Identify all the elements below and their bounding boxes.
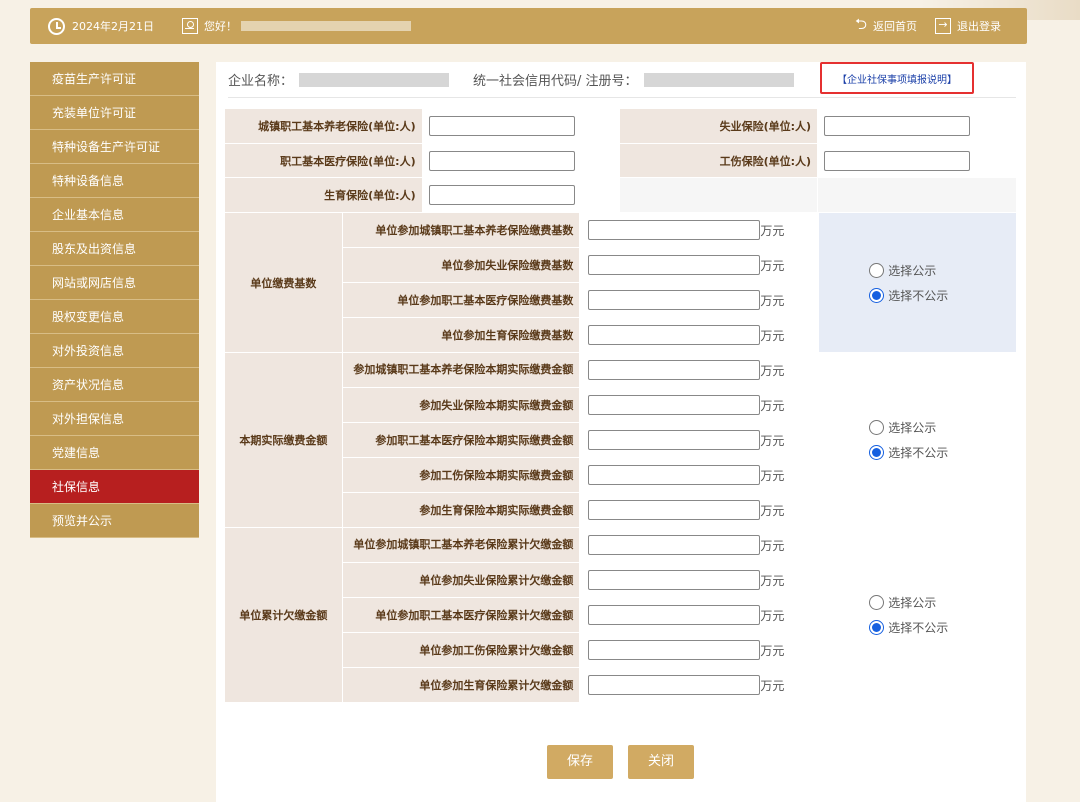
sidebar-item-investment[interactable]: 对外投资信息	[30, 334, 199, 368]
radio-not-public[interactable]: 选择不公示	[869, 287, 1016, 304]
group-arrears-row-label: 单位参加城镇职工基本养老保险累计欠缴金额	[341, 527, 581, 563]
date-text: 2024年2月21日	[72, 20, 154, 33]
clock-icon	[48, 17, 65, 35]
close-button[interactable]: 关闭	[628, 745, 694, 779]
group-paid-title: 本期实际缴费金额	[224, 352, 343, 528]
amount-input[interactable]	[588, 325, 761, 345]
amount-input[interactable]	[588, 395, 761, 415]
company-name-label: 企业名称：	[228, 74, 294, 89]
amount-input[interactable]	[588, 255, 761, 275]
radio-circle[interactable]	[869, 595, 885, 610]
pension-count-input[interactable]	[428, 116, 575, 136]
unemployment-count-cell	[817, 108, 1017, 144]
group-base-row-label: 单位参加生育保险缴费基数	[341, 317, 581, 353]
sidebar: 疫苗生产许可证 充装单位许可证 特种设备生产许可证 特种设备信息 企业基本信息 …	[30, 62, 199, 538]
group-paid-row-label: 参加工伤保险本期实际缴费金额	[341, 457, 581, 493]
injury-count-cell	[817, 143, 1017, 178]
redacted-credit-code	[643, 72, 794, 87]
sidebar-item-basic-info[interactable]: 企业基本信息	[30, 198, 199, 232]
back-arrow-icon[interactable]: ⮌	[855, 14, 867, 39]
main-panel: 企业名称： 统一社会信用代码/ 注册号： 【企业社保事项填报说明】 城镇职工基本…	[216, 62, 1026, 802]
sidebar-item-social-security[interactable]: 社保信息	[30, 470, 199, 504]
group-arrears-row-label: 单位参加职工基本医疗保险累计欠缴金额	[341, 597, 581, 633]
radio-not-public[interactable]: 选择不公示	[869, 444, 1016, 461]
radio-circle-selected[interactable]	[869, 287, 885, 303]
amount-input[interactable]	[588, 605, 761, 625]
pension-count-label: 城镇职工基本养老保险(单位:人)	[224, 108, 423, 144]
injury-count-input[interactable]	[824, 150, 971, 171]
group-paid-row-label: 参加生育保险本期实际缴费金额	[341, 492, 581, 528]
injury-count-label: 工伤保险(单位:人)	[619, 143, 819, 178]
date-display: 2024年2月21日	[48, 17, 154, 35]
sidebar-item-guarantee[interactable]: 对外担保信息	[30, 402, 199, 436]
maternity-count-input[interactable]	[428, 185, 575, 205]
fill-instructions-link[interactable]: 【企业社保事项填报说明】	[820, 62, 974, 94]
insured-count-table: 城镇职工基本养老保险(单位:人) 失业保险(单位:人) 职工基本医疗保险(单位:…	[224, 108, 1017, 213]
group-base-title: 单位缴费基数	[224, 212, 343, 353]
sidebar-item-assets[interactable]: 资产状况信息	[30, 368, 199, 402]
group-base-row-label: 单位参加失业保险缴费基数	[341, 247, 581, 283]
amount-input[interactable]	[588, 570, 761, 590]
credit-code-label: 统一社会信用代码/ 注册号：	[473, 74, 638, 89]
save-button[interactable]: 保存	[547, 745, 613, 779]
sidebar-item-shareholders[interactable]: 股东及出资信息	[30, 232, 199, 266]
amount-input[interactable]	[588, 500, 761, 520]
amount-input[interactable]	[588, 465, 761, 485]
maternity-count-cell	[421, 177, 621, 213]
medical-count-label: 职工基本医疗保险(单位:人)	[224, 143, 423, 178]
logout-link[interactable]: 退出登录	[957, 18, 1001, 34]
group-base-publicity: 选择公示 选择不公示	[818, 212, 1017, 353]
medical-count-cell	[421, 143, 621, 178]
user-icon	[182, 18, 198, 34]
amount-input[interactable]	[588, 535, 761, 555]
amount-input[interactable]	[588, 675, 761, 695]
group-arrears-row-label: 单位参加生育保险累计欠缴金额	[341, 667, 581, 703]
group-arrears-title: 单位累计欠缴金额	[224, 527, 343, 703]
group-base-row-label: 单位参加城镇职工基本养老保险缴费基数	[341, 212, 581, 248]
medical-count-input[interactable]	[428, 150, 575, 171]
pension-count-cell	[421, 108, 621, 144]
sidebar-item-preview-publish[interactable]: 预览并公示	[30, 504, 199, 538]
sidebar-item-special-equipment-license[interactable]: 特种设备生产许可证	[30, 130, 199, 164]
logout-icon[interactable]: →	[935, 18, 951, 34]
back-home-link[interactable]: 返回首页	[873, 18, 917, 34]
group-arrears-row-label: 单位参加失业保险累计欠缴金额	[341, 562, 581, 598]
group-arrears-publicity: 选择公示 选择不公示	[818, 527, 1017, 703]
radio-circle[interactable]	[869, 262, 885, 278]
amount-table: 单位缴费基数 单位参加城镇职工基本养老保险缴费基数 万元 选择公示 选择不公示 …	[224, 212, 1017, 703]
radio-public[interactable]: 选择公示	[869, 594, 1016, 611]
group-paid-row-label: 参加失业保险本期实际缴费金额	[341, 387, 581, 423]
sidebar-item-website[interactable]: 网站或网店信息	[30, 266, 199, 300]
group-base-row-label: 单位参加职工基本医疗保险缴费基数	[341, 282, 581, 318]
sidebar-item-equity-change[interactable]: 股权变更信息	[30, 300, 199, 334]
group-paid-row-label: 参加城镇职工基本养老保险本期实际缴费金额	[341, 352, 581, 388]
radio-circle[interactable]	[869, 420, 885, 435]
amount-input[interactable]	[588, 360, 761, 380]
maternity-count-label: 生育保险(单位:人)	[224, 177, 423, 213]
unemployment-count-input[interactable]	[824, 116, 971, 136]
group-arrears-row-label: 单位参加工伤保险累计欠缴金额	[341, 632, 581, 668]
radio-circle-selected[interactable]	[869, 620, 885, 635]
radio-public[interactable]: 选择公示	[869, 262, 1016, 279]
sidebar-item-vaccine-license[interactable]: 疫苗生产许可证	[30, 62, 199, 96]
greeting-text: 您好！	[204, 20, 237, 33]
unemployment-count-label: 失业保险(单位:人)	[619, 108, 819, 144]
group-paid-publicity: 选择公示 选择不公示	[818, 352, 1017, 528]
group-paid-row-label: 参加职工基本医疗保险本期实际缴费金额	[341, 422, 581, 458]
radio-public[interactable]: 选择公示	[869, 419, 1016, 436]
redacted-username	[241, 21, 411, 31]
radio-not-public[interactable]: 选择不公示	[869, 619, 1016, 636]
sidebar-item-filling-license[interactable]: 充装单位许可证	[30, 96, 199, 130]
top-bar: 2024年2月21日 您好！ ⮌ 返回首页 → 退出登录	[30, 8, 1027, 44]
amount-input[interactable]	[588, 430, 761, 450]
radio-circle-selected[interactable]	[869, 445, 885, 460]
sidebar-item-special-equipment-info[interactable]: 特种设备信息	[30, 164, 199, 198]
redacted-company-name	[299, 72, 450, 87]
sidebar-item-party[interactable]: 党建信息	[30, 436, 199, 470]
amount-input[interactable]	[588, 290, 761, 310]
amount-input[interactable]	[588, 640, 761, 660]
amount-input[interactable]	[588, 220, 761, 240]
